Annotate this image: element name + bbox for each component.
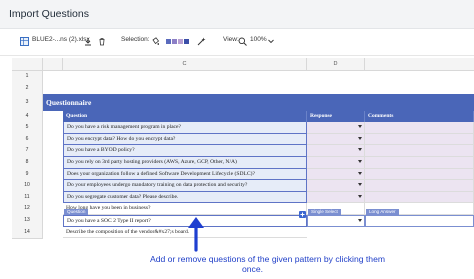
response-dropdown[interactable] — [307, 215, 365, 227]
caption-line-2: once. — [242, 264, 264, 274]
chevron-down-icon[interactable] — [268, 39, 274, 44]
table-row: 1 — [12, 71, 474, 84]
question-cell[interactable]: Does your organization follow a defined … — [63, 168, 307, 181]
paint-bucket-icon[interactable] — [151, 37, 159, 46]
table-row: 2 — [12, 82, 474, 96]
question-cell[interactable]: Do you have a BYOD policy? — [63, 145, 307, 157]
add-pattern-icon[interactable] — [299, 211, 306, 218]
header-comments: Comments — [365, 111, 474, 123]
response-dropdown[interactable] — [307, 168, 365, 181]
response-dropdown[interactable] — [307, 122, 365, 134]
table-row: 13 Do you have a SOC 2 Type II report? — [12, 211, 474, 228]
question-cell[interactable]: Do you have a SOC 2 Type II report? — [63, 215, 307, 227]
download-icon[interactable] — [84, 37, 92, 46]
comment-cell[interactable] — [365, 168, 474, 181]
column-header-d[interactable]: D — [307, 58, 365, 71]
question-cell[interactable]: Do you have a risk management program in… — [63, 122, 307, 134]
table-row: 5 Do you have a risk management program … — [12, 122, 474, 135]
file-name[interactable]: BLUE2-...ns (2).xlsx — [32, 36, 90, 43]
dropdown-arrow-icon[interactable] — [358, 160, 362, 163]
question-cell[interactable]: How long have you been in business? — [63, 203, 307, 215]
response-dropdown[interactable] — [307, 133, 365, 146]
response-dropdown[interactable] — [307, 191, 365, 204]
question-cell[interactable]: Do you segregate customer data? Please d… — [63, 191, 307, 204]
row-number[interactable]: 14 — [12, 226, 43, 240]
column-header-e[interactable] — [365, 58, 474, 71]
color-swatch-4[interactable] — [184, 39, 189, 44]
dropdown-arrow-icon[interactable] — [358, 183, 362, 187]
response-dropdown[interactable] — [307, 157, 365, 169]
dropdown-arrow-icon[interactable] — [358, 125, 362, 129]
questionnaire-banner: Questionnaire — [43, 94, 474, 112]
selection-label: Selection: — [121, 36, 150, 43]
comment-cell[interactable] — [365, 133, 474, 146]
table-row: 11 Do you segregate customer data? Pleas… — [12, 191, 474, 205]
response-dropdown[interactable] — [307, 180, 365, 192]
color-swatch-2[interactable] — [172, 39, 177, 44]
comment-cell[interactable] — [365, 122, 474, 134]
annotation-arrow-icon — [188, 217, 204, 252]
table-row: 8 Do you rely on 3rd party hosting provi… — [12, 157, 474, 170]
question-cell[interactable]: Do your employees undergo mandatory trai… — [63, 180, 307, 192]
view-label: View: — [223, 36, 239, 43]
table-row: 3 Questionnaire — [12, 94, 474, 113]
trash-icon[interactable] — [98, 37, 106, 46]
corner-cell — [12, 58, 43, 71]
table-row: 12 How long have you been in business? Q… — [12, 203, 474, 216]
caption-line-1: Add or remove questions of the given pat… — [150, 254, 386, 264]
dropdown-arrow-icon[interactable] — [358, 136, 362, 140]
comment-cell[interactable] — [365, 157, 474, 169]
table-row: 6 Do you encrypt data? How do you encryp… — [12, 133, 474, 147]
column-header-b[interactable] — [43, 58, 63, 71]
toolbar: BLUE2-...ns (2).xlsx Selection: View: 10… — [0, 29, 474, 56]
response-dropdown[interactable] — [307, 145, 365, 157]
comment-cell[interactable] — [365, 191, 474, 204]
question-cell[interactable]: Describe the composition of the vendor&#… — [63, 226, 307, 239]
column-header-c[interactable]: C — [63, 58, 307, 71]
dropdown-arrow-icon[interactable] — [358, 148, 362, 152]
dropdown-arrow-icon[interactable] — [358, 219, 362, 222]
annotation-caption: Add or remove questions of the given pat… — [150, 254, 385, 274]
table-row: 7 Do you have a BYOD policy? — [12, 145, 474, 158]
table-row: 10 Do your employees undergo mandatory t… — [12, 180, 474, 193]
table-row: 9 Does your organization follow a define… — [12, 168, 474, 182]
table-row: 14 Describe the composition of the vendo… — [12, 226, 474, 240]
window-title: Import Questions — [9, 8, 89, 20]
title-bar: Import Questions — [0, 0, 474, 29]
color-swatch-3[interactable] — [178, 39, 183, 44]
comment-cell[interactable] — [365, 215, 474, 227]
header-question: Question — [63, 111, 307, 123]
dropdown-arrow-icon[interactable] — [358, 194, 362, 198]
zoom-icon[interactable] — [238, 37, 247, 46]
question-cell[interactable]: Do you encrypt data? How do you encrypt … — [63, 133, 307, 146]
magic-wand-icon[interactable] — [197, 37, 206, 46]
color-swatch-1[interactable] — [166, 39, 171, 44]
spreadsheet-grid: C D 1 2 3 Questionnaire 4 Question Respo… — [12, 58, 474, 240]
question-cell[interactable]: Do you rely on 3rd party hosting provide… — [63, 157, 307, 169]
header-response: Response — [307, 111, 365, 123]
spreadsheet-icon — [20, 37, 29, 46]
comment-cell[interactable] — [365, 180, 474, 192]
row-number[interactable]: 3 — [12, 94, 43, 113]
table-row: 4 Question Response Comments — [12, 111, 474, 124]
zoom-level[interactable]: 100% — [250, 36, 267, 43]
comment-cell[interactable] — [365, 145, 474, 157]
dropdown-arrow-icon[interactable] — [358, 171, 362, 175]
